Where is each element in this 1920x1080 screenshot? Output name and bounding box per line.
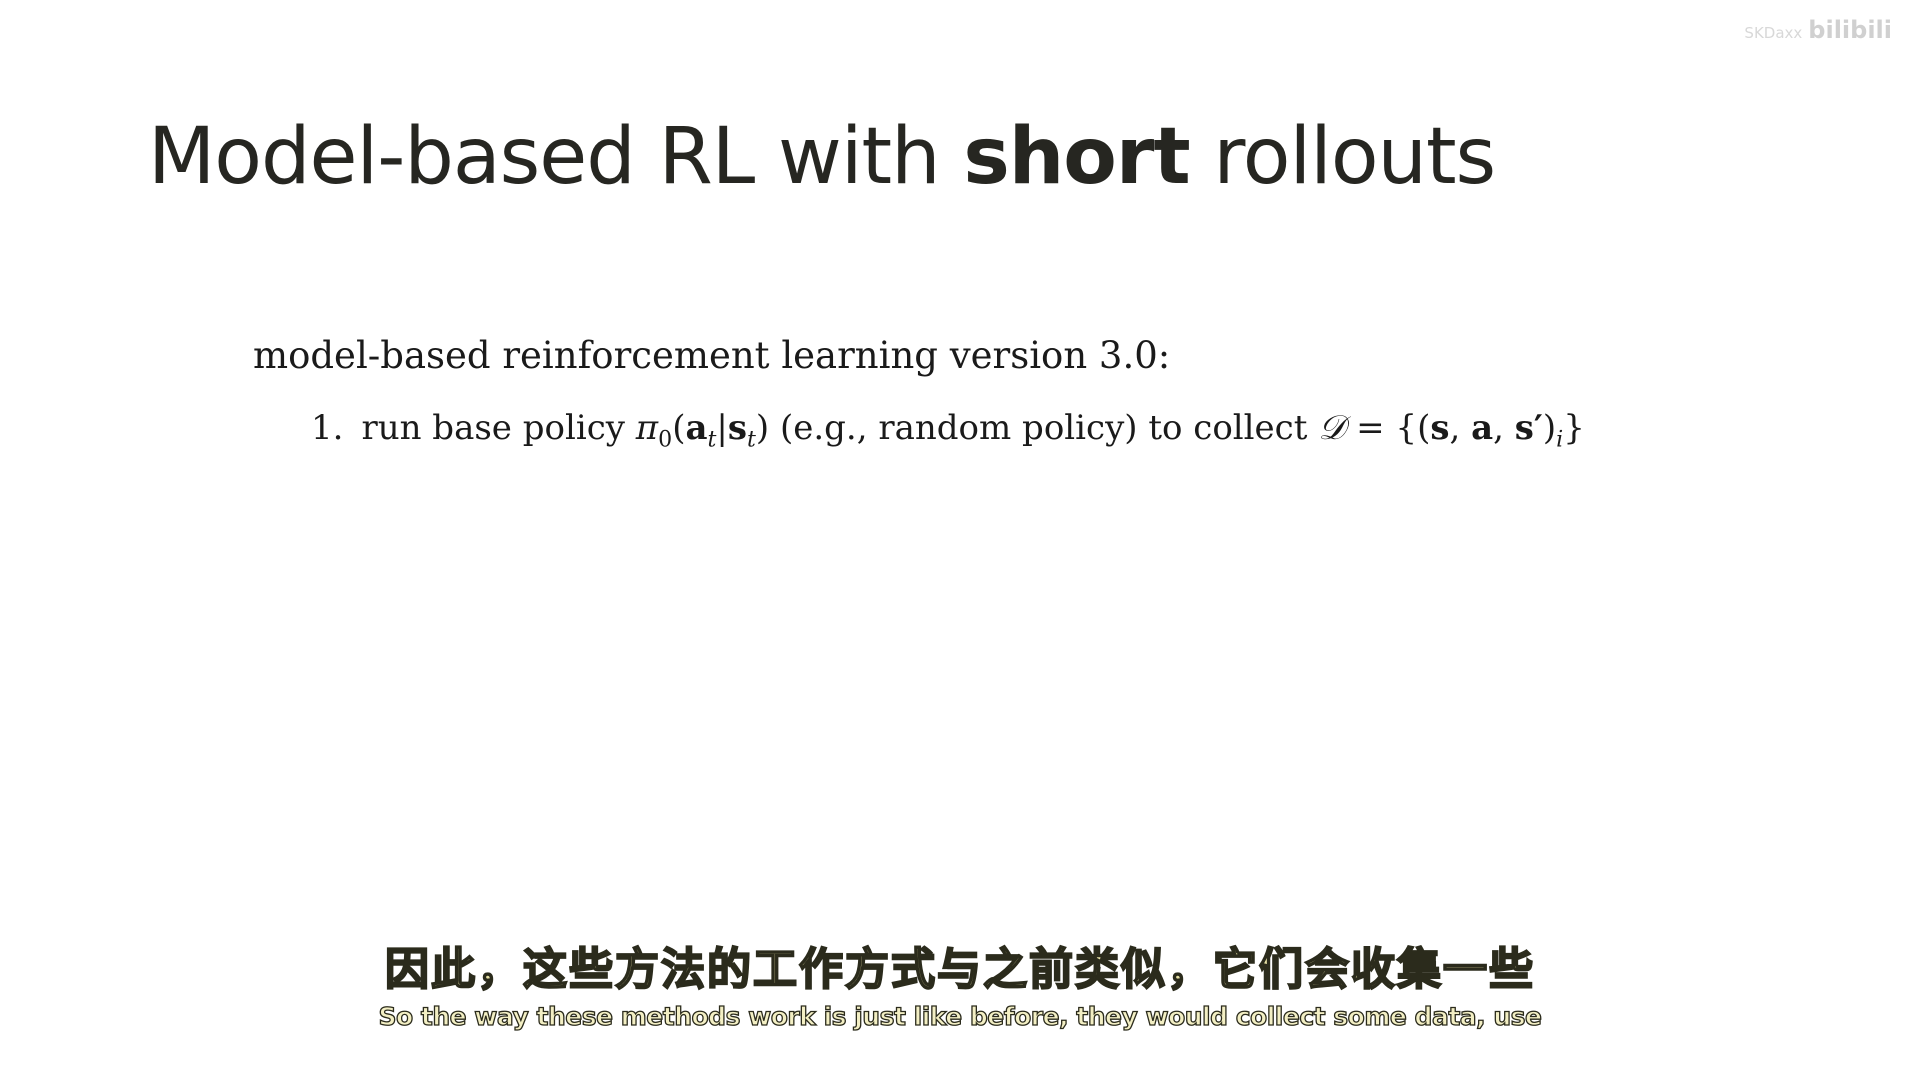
title-suffix: rollouts (1189, 112, 1496, 202)
watermark-text: SKDaxx (1744, 24, 1803, 42)
slide: SKDaxx bilibili Model-based RL with short… (0, 0, 1920, 1080)
policy-expression: π0(at|st) (635, 408, 770, 453)
step-text-middle: (e.g., random policy) to collect (769, 408, 1319, 448)
title-emphasis: short (963, 112, 1190, 202)
bilibili-logo: bilibili (1808, 16, 1892, 44)
step-number: 1. (311, 408, 344, 448)
slide-title: Model-based RL with short rollouts (148, 112, 1496, 202)
subtitle-chinese: 因此，这些方法的工作方式与之前类似，它们会收集一些 (384, 943, 1535, 996)
subtitle-area: 因此，这些方法的工作方式与之前类似，它们会收集一些 So the way the… (0, 940, 1920, 1032)
algorithm-step-1: 1. run base policy π0(at|st) (e.g., rando… (311, 408, 1585, 453)
watermark: SKDaxx bilibili (1744, 16, 1892, 44)
title-prefix: Model-based RL with (148, 112, 964, 202)
dataset-expression: 𝒟 = {(s, a, s′)i} (1318, 408, 1585, 453)
subtitle-english: So the way these methods work is just li… (378, 1001, 1543, 1031)
algorithm-heading: model-based reinforcement learning versi… (253, 334, 1171, 377)
step-text-before: run base policy (361, 408, 636, 448)
